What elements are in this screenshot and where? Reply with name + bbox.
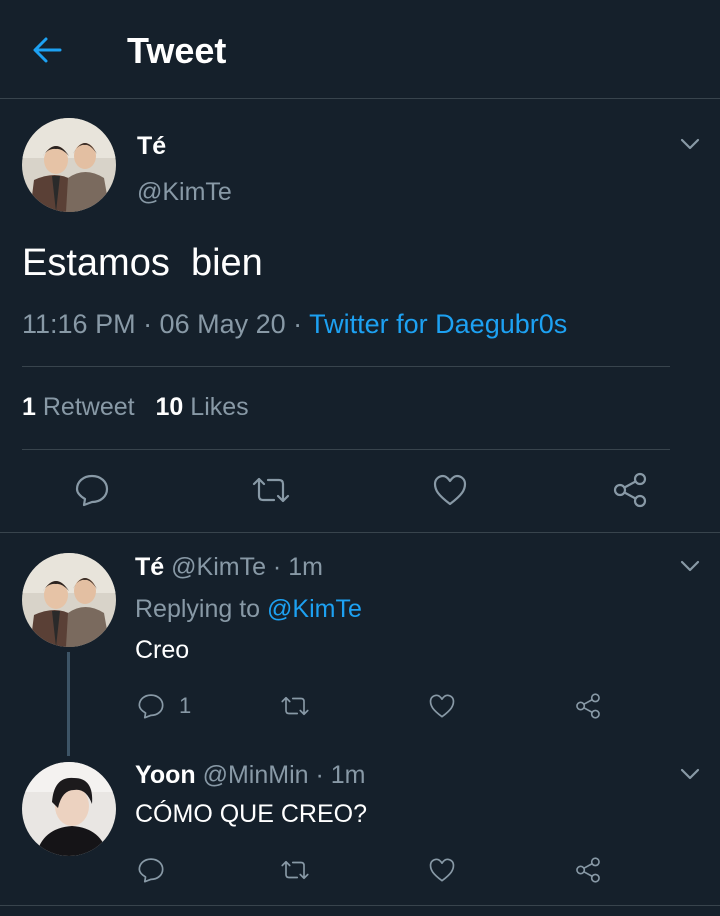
stats-divider-bottom xyxy=(22,449,670,450)
tweet-timestamp-row: 11:16 PM · 06 May 20 · Twitter for Daegu… xyxy=(22,309,567,340)
avatar[interactable] xyxy=(22,553,116,647)
replying-to-label: Replying to xyxy=(135,595,261,623)
share-icon[interactable] xyxy=(574,692,602,720)
reply-icon[interactable] xyxy=(137,856,165,884)
page-title: Tweet xyxy=(127,30,227,71)
retweets-label: Retweet xyxy=(42,393,135,421)
header-bar: Tweet xyxy=(0,0,720,98)
reply-meta: @KimTe · 1m xyxy=(171,553,323,581)
chevron-down-icon[interactable] xyxy=(679,136,701,152)
tweet-time: 11:16 PM · 06 May 20 · xyxy=(22,309,303,339)
avatar[interactable] xyxy=(22,762,116,856)
retweet-icon[interactable] xyxy=(279,858,311,882)
reply-action[interactable]: 1 xyxy=(137,692,191,720)
replying-to-handle[interactable]: @KimTe xyxy=(267,595,362,623)
author-name[interactable]: Té xyxy=(137,132,166,161)
share-icon[interactable] xyxy=(611,471,649,509)
tweet-stats: 1 Retweet 10 Likes xyxy=(22,393,249,422)
like-icon[interactable] xyxy=(432,473,468,507)
author-handle[interactable]: @KimTe xyxy=(137,178,232,207)
tweet-text: Estamos bien xyxy=(22,242,263,284)
back-arrow-icon[interactable] xyxy=(30,34,64,66)
reply-header: Yoon @MinMin · 1m xyxy=(135,761,365,790)
stats-divider-top xyxy=(22,366,670,367)
retweet-icon[interactable] xyxy=(279,694,311,718)
reply-text: Creo xyxy=(135,636,190,664)
chevron-down-icon[interactable] xyxy=(679,558,701,574)
reply-icon xyxy=(137,692,165,720)
tweet-source-link[interactable]: Twitter for Daegubr0s xyxy=(309,309,567,339)
reply-meta: @MinMin · 1m xyxy=(202,761,366,789)
retweets-count: 1 xyxy=(22,393,36,421)
bottom-divider xyxy=(0,905,720,906)
likes-label: Likes xyxy=(190,393,249,421)
header-divider xyxy=(0,98,720,99)
like-icon[interactable] xyxy=(428,857,456,883)
likes-count: 10 xyxy=(155,393,184,421)
replying-to-line: Replying to @KimTe xyxy=(135,595,362,624)
reply-author-name[interactable]: Té xyxy=(135,553,164,581)
share-icon[interactable] xyxy=(574,856,602,884)
retweet-icon[interactable] xyxy=(250,474,292,506)
avatar[interactable] xyxy=(22,118,116,212)
like-icon[interactable] xyxy=(428,693,456,719)
likes-stat[interactable]: 10 Likes xyxy=(156,393,249,421)
reply-author-name[interactable]: Yoon xyxy=(135,761,196,789)
retweets-stat[interactable]: 1 Retweet xyxy=(22,393,142,421)
reply-count: 1 xyxy=(179,693,192,718)
chevron-down-icon[interactable] xyxy=(679,766,701,782)
thread-connector-line xyxy=(67,652,70,756)
reply-header: Té @KimTe · 1m xyxy=(135,553,323,582)
reply-text: CÓMO QUE CREO? xyxy=(135,800,367,828)
thread-divider xyxy=(0,532,720,533)
reply-icon[interactable] xyxy=(74,472,110,508)
